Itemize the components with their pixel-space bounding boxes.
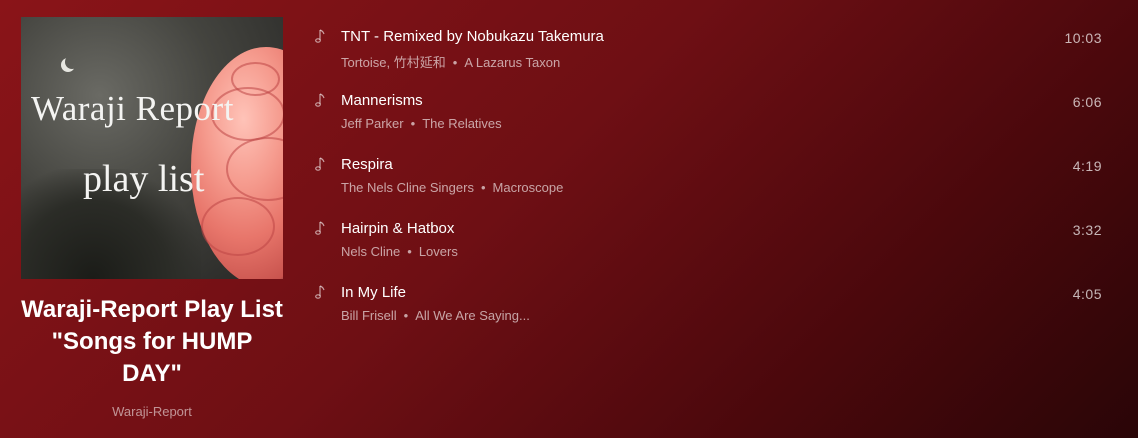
track-row[interactable]: TNT - Remixed by Nobukazu Takemura Torto… xyxy=(302,20,1122,84)
cover-text-line2: play list xyxy=(83,158,205,200)
meta-separator: • xyxy=(403,308,409,323)
meta-separator: • xyxy=(452,55,458,70)
track-name[interactable]: Hairpin & Hatbox xyxy=(341,220,454,237)
playlist-cover-art[interactable]: Waraji Report play list xyxy=(21,17,283,279)
track-meta: Tortoise, 竹村延和 • A Lazarus Taxon xyxy=(341,52,560,71)
music-note-icon xyxy=(315,29,325,43)
playlist-title: Waraji-Report Play List "Songs for HUMP … xyxy=(21,296,283,387)
track-artist-link[interactable]: Tortoise, 竹村延和 xyxy=(341,55,446,70)
track-name[interactable]: In My Life xyxy=(341,284,406,301)
track-album-link[interactable]: All We Are Saying... xyxy=(415,308,530,323)
track-meta: Bill Frisell • All We Are Saying... xyxy=(341,308,530,323)
meta-separator: • xyxy=(410,116,416,131)
track-artist-link[interactable]: Jeff Parker xyxy=(341,116,404,131)
track-row[interactable]: Respira The Nels Cline Singers • Macroscop… xyxy=(302,148,1122,212)
music-note-icon xyxy=(315,221,325,235)
track-duration: 10:03 xyxy=(1064,30,1102,46)
playlist-owner-link[interactable]: Waraji-Report xyxy=(20,404,284,419)
music-note-icon xyxy=(315,157,325,171)
playlist-sidebar: Waraji Report play list Waraji-Report Pl… xyxy=(0,0,302,438)
track-album-link[interactable]: Macroscope xyxy=(493,180,564,195)
meta-separator: • xyxy=(480,180,486,195)
track-meta: The Nels Cline Singers • Macroscope xyxy=(341,180,563,195)
track-name[interactable]: Mannerisms xyxy=(341,92,423,109)
track-duration: 3:32 xyxy=(1072,222,1102,238)
track-name[interactable]: Respira xyxy=(341,156,393,173)
track-album-link[interactable]: The Relatives xyxy=(422,116,501,131)
track-album-link[interactable]: A Lazarus Taxon xyxy=(464,55,560,70)
track-duration: 6:06 xyxy=(1072,94,1102,110)
track-meta: Nels Cline • Lovers xyxy=(341,244,458,259)
track-duration: 4:19 xyxy=(1072,158,1102,174)
track-name[interactable]: TNT - Remixed by Nobukazu Takemura xyxy=(341,28,604,45)
meta-separator: • xyxy=(407,244,412,259)
track-duration: 4:05 xyxy=(1072,286,1102,302)
track-list: TNT - Remixed by Nobukazu Takemura Torto… xyxy=(302,20,1122,340)
music-note-icon xyxy=(315,93,325,107)
music-note-icon xyxy=(315,285,325,299)
cover-text-line1: Waraji Report xyxy=(31,89,234,128)
track-row[interactable]: In My Life Bill Frisell • All We Are Sayin… xyxy=(302,276,1122,340)
track-row[interactable]: Mannerisms Jeff Parker • The Relatives 6:0… xyxy=(302,84,1122,148)
cover-moon xyxy=(65,55,79,69)
track-meta: Jeff Parker • The Relatives xyxy=(341,116,502,131)
track-artist-link[interactable]: The Nels Cline Singers xyxy=(341,180,474,195)
track-artist-link[interactable]: Bill Frisell xyxy=(341,308,397,323)
track-album-link[interactable]: Lovers xyxy=(419,244,458,259)
track-row[interactable]: Hairpin & Hatbox Nels Cline • Lovers 3:32 xyxy=(302,212,1122,276)
track-artist-link[interactable]: Nels Cline xyxy=(341,244,400,259)
